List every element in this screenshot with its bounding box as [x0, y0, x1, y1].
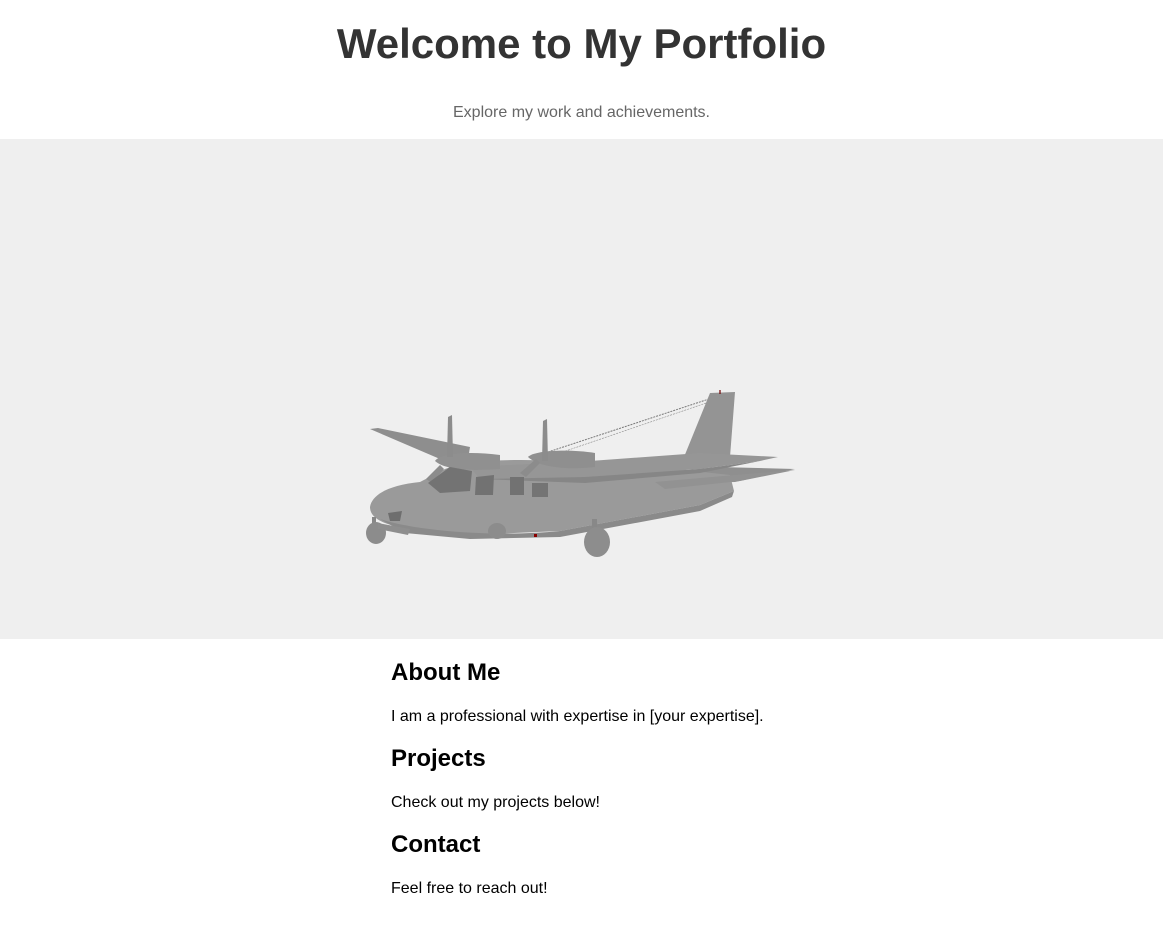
about-text: I am a professional with expertise in [y… [391, 708, 764, 725]
contact-text: Feel free to reach out! [391, 880, 548, 897]
page-header: Welcome to My Portfolio Explore my work … [0, 0, 1163, 139]
about-heading: About Me [391, 659, 501, 686]
page-title: Welcome to My Portfolio [336, 20, 827, 67]
main-content: About Me I am a professional with expert… [391, 639, 891, 899]
projects-heading: Projects [391, 745, 486, 772]
airplane-model[interactable] [0, 139, 1163, 639]
about-section: About Me I am a professional with expert… [391, 659, 891, 727]
projects-text: Check out my projects below! [391, 794, 600, 811]
projects-section: Projects Check out my projects below! [391, 745, 891, 813]
contact-heading: Contact [391, 831, 481, 858]
3d-model-viewer[interactable] [0, 139, 1163, 639]
page-subtitle: Explore my work and achievements. [453, 104, 710, 121]
contact-section: Contact Feel free to reach out! [391, 831, 891, 899]
